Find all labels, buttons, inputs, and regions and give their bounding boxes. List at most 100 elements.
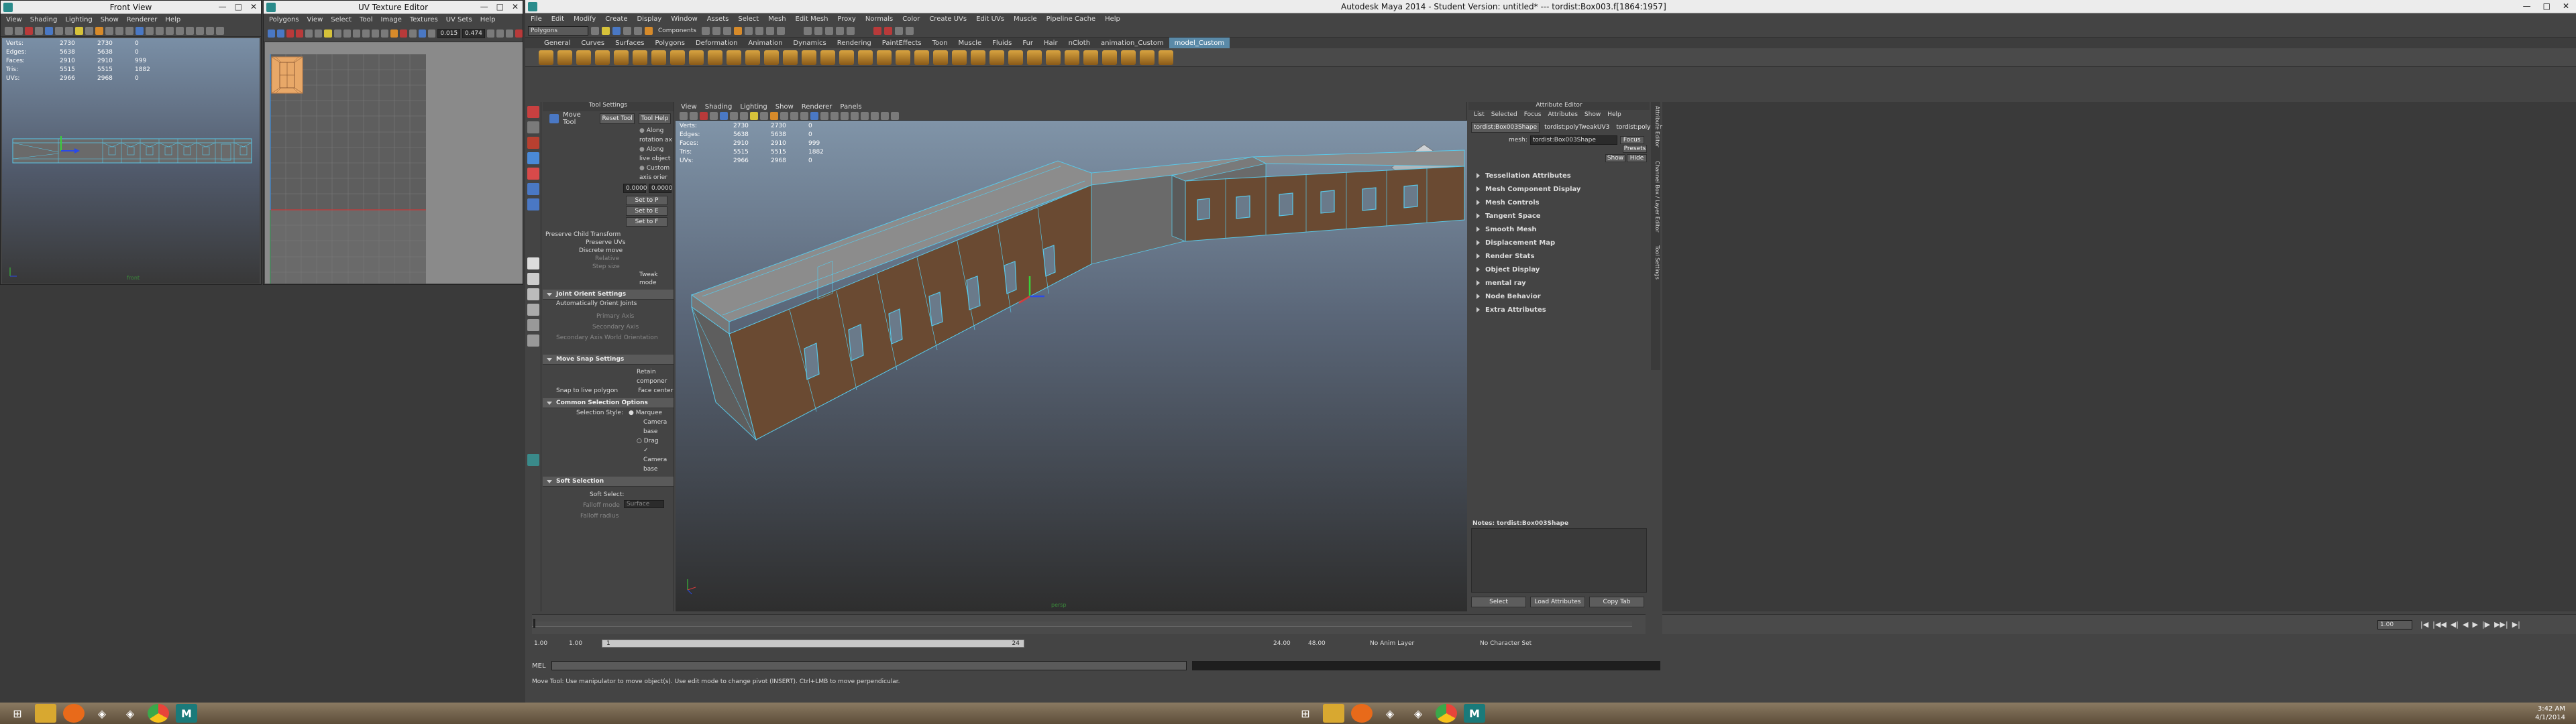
shelf-smooth-icon[interactable]: [764, 50, 779, 65]
minimize-icon[interactable]: —: [2523, 1, 2531, 11]
select-icon[interactable]: [216, 26, 224, 35]
secondary-axis-row[interactable]: Secondary Axis: [556, 323, 674, 332]
save-scene-icon[interactable]: [612, 26, 621, 35]
current-frame-marker[interactable]: [533, 619, 535, 628]
smudge-icon[interactable]: [390, 29, 398, 38]
lasso-tool-icon[interactable]: [527, 121, 539, 133]
menu-renderer[interactable]: Renderer: [127, 16, 158, 23]
lights-icon[interactable]: [115, 26, 123, 35]
snap-plane-icon[interactable]: [835, 26, 844, 35]
mel-input[interactable]: [551, 661, 1187, 670]
menu-select[interactable]: Select: [738, 15, 759, 23]
section-displacement-map[interactable]: Displacement Map: [1468, 236, 1650, 249]
faces-icon[interactable]: [733, 26, 742, 35]
pivot-icon[interactable]: [755, 26, 763, 35]
layout-icon[interactable]: [333, 29, 341, 38]
shelf-tab-polygons[interactable]: Polygons: [649, 38, 690, 48]
mode-select[interactable]: Polygons: [528, 25, 588, 36]
front-viewport[interactable]: Verts: 2730 2730 0 Edges: 5638 5638 0 Faces: 29…: [2, 38, 260, 284]
go-to-end-icon[interactable]: ▶|: [2512, 620, 2520, 629]
play-forward-icon[interactable]: ▶: [2472, 620, 2477, 629]
hq-icon[interactable]: [156, 26, 164, 35]
section-extra-attributes[interactable]: Extra Attributes: [1468, 303, 1650, 316]
menu-edit[interactable]: Edit: [551, 15, 564, 23]
align-max-u-icon[interactable]: [352, 29, 360, 38]
isolate-icon[interactable]: [146, 26, 154, 35]
handle-icon[interactable]: [765, 26, 774, 35]
shelf-tab-model-custom[interactable]: model_Custom: [1169, 38, 1230, 48]
set-to-edge-button[interactable]: Set to E: [626, 206, 667, 216]
hide-button[interactable]: Hide: [1627, 154, 1647, 162]
lines-icon[interactable]: [722, 26, 731, 35]
menu-help[interactable]: Help: [165, 16, 180, 23]
menu-muscle[interactable]: Muscle: [1014, 15, 1037, 23]
render-settings-icon[interactable]: [894, 26, 903, 35]
step-forward-key-icon[interactable]: ▶▶|: [2494, 620, 2508, 629]
menu-mesh[interactable]: Mesh: [768, 15, 786, 23]
show-button[interactable]: Show: [1605, 154, 1625, 162]
section-tessellation[interactable]: Tessellation Attributes: [1468, 169, 1650, 182]
windows-start-icon[interactable]: ⊞: [7, 704, 28, 723]
side-tab-tool-settings[interactable]: Tool Settings: [1651, 245, 1660, 280]
dim-image-icon[interactable]: [428, 29, 436, 38]
current-frame-field[interactable]: 1.00: [2377, 620, 2412, 629]
camera-attr-icon[interactable]: [15, 26, 23, 35]
shelf-mirror-icon[interactable]: [745, 50, 760, 65]
menu-uv-sets[interactable]: UV Sets: [446, 16, 472, 23]
joint-orient-header[interactable]: Joint Orient Settings: [543, 290, 674, 300]
shelf-combine-icon[interactable]: [708, 50, 722, 65]
snap-point-icon[interactable]: [824, 26, 833, 35]
front-building-mesh[interactable]: [2, 38, 260, 284]
falloff-radius-row[interactable]: Falloff radius: [543, 511, 674, 522]
axis-x-field[interactable]: 0.0000: [623, 184, 647, 193]
falloff-mode-row[interactable]: Falloff mode Surface: [543, 500, 674, 511]
menu-file[interactable]: File: [531, 15, 542, 23]
checker-icon[interactable]: [419, 29, 427, 38]
perspective-viewport[interactable]: Verts: 2730 2730 0 Edges: 5638 5638 0 Faces: 29…: [676, 121, 1467, 611]
minimize-icon[interactable]: —: [480, 2, 488, 11]
menu-help[interactable]: Help: [1105, 15, 1120, 23]
shelf-tab-muscle[interactable]: Muscle: [953, 38, 987, 48]
play-back-icon[interactable]: ◀: [2463, 620, 2468, 629]
wireframe-icon[interactable]: [85, 26, 93, 35]
start-time-field[interactable]: 1.00: [532, 639, 564, 648]
minimize-icon[interactable]: —: [219, 2, 227, 11]
film-gate-icon[interactable]: [55, 26, 63, 35]
menu-edit-mesh[interactable]: Edit Mesh: [796, 15, 828, 23]
section-render-stats[interactable]: Render Stats: [1468, 249, 1650, 263]
wireframe-icon[interactable]: [760, 111, 768, 120]
reset-tool-button[interactable]: Reset Tool: [600, 113, 635, 124]
shelf-reduce-icon[interactable]: [783, 50, 798, 65]
ao-icon[interactable]: [841, 111, 849, 120]
menu-focus[interactable]: Focus: [1524, 111, 1542, 118]
shelf-tab-general[interactable]: General: [539, 38, 576, 48]
option-live-object[interactable]: ● Along live object: [639, 145, 674, 164]
menu-create[interactable]: Create: [605, 15, 627, 23]
timeline[interactable]: [532, 614, 1646, 634]
unity-icon[interactable]: ◈: [91, 704, 113, 723]
isolate-uv-icon[interactable]: [400, 29, 408, 38]
xray-icon[interactable]: [136, 26, 144, 35]
section-node-behavior[interactable]: Node Behavior: [1468, 290, 1650, 303]
four-pane-icon[interactable]: [527, 273, 539, 285]
select-component-icon[interactable]: [645, 26, 653, 35]
menu-tool[interactable]: Tool: [360, 16, 372, 23]
playback-end-field[interactable]: 24.00: [1271, 639, 1303, 648]
section-mesh-controls[interactable]: Mesh Controls: [1468, 196, 1650, 209]
shelf-layer-icon[interactable]: [1121, 50, 1136, 65]
outliner-pane-icon[interactable]: [527, 304, 539, 316]
smooth-shade-icon[interactable]: [770, 111, 778, 120]
film-gate-icon[interactable]: [730, 111, 738, 120]
shelf-tab-ncloth[interactable]: nCloth: [1063, 38, 1095, 48]
hq-icon[interactable]: [830, 111, 839, 120]
set-to-face-button[interactable]: Set to F: [626, 217, 667, 227]
snap-live-icon[interactable]: [846, 26, 855, 35]
shelf-extrude-icon[interactable]: [557, 50, 572, 65]
shelf-tab-surfaces[interactable]: Surfaces: [610, 38, 649, 48]
menu-selected[interactable]: Selected: [1491, 111, 1517, 118]
shelf-ft-icon[interactable]: [989, 50, 1004, 65]
shelf-separate-icon[interactable]: [727, 50, 741, 65]
range-bar[interactable]: 1 24: [602, 640, 1024, 648]
menu-image[interactable]: Image: [381, 16, 402, 23]
scale-tool-icon[interactable]: [527, 183, 539, 195]
